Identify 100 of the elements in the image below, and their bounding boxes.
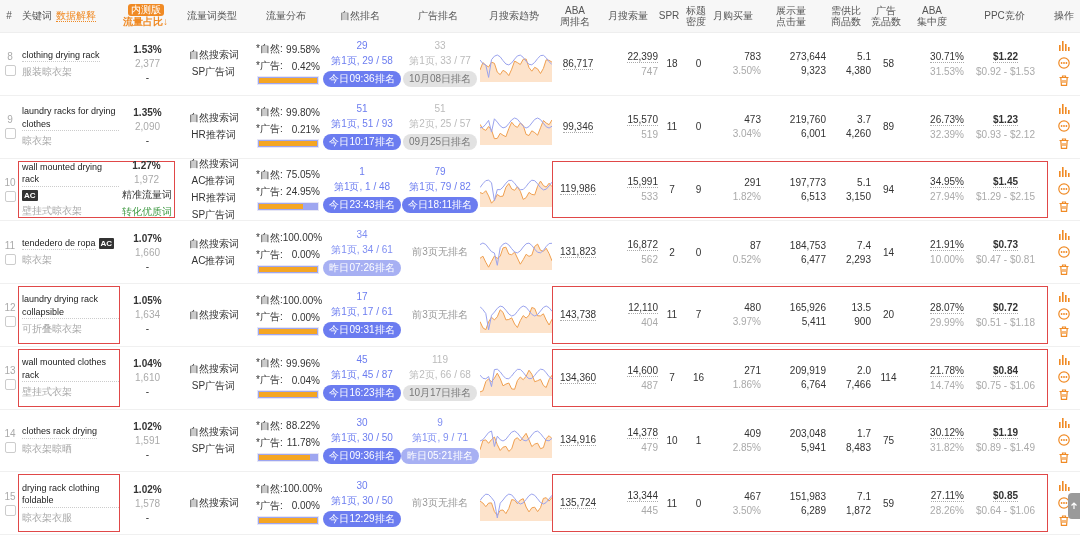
delete-icon[interactable] <box>1059 514 1069 526</box>
bar-chart-icon[interactable] <box>1058 417 1070 428</box>
keyword-text[interactable]: drying rack clothing foldable <box>22 481 119 508</box>
keyword-text[interactable]: wall mounted drying rack <box>22 160 119 187</box>
traffic-share: 1.02% <box>133 483 162 495</box>
spr-value: 18 <box>666 58 678 70</box>
ad-label: *广告: <box>256 373 283 388</box>
keyword-text[interactable]: laundry drying rack collapsible <box>22 293 119 320</box>
bar-chart-icon[interactable] <box>1058 355 1070 366</box>
row-number: 9 <box>7 114 13 126</box>
back-to-top-button[interactable] <box>1068 493 1080 519</box>
bar-chart-icon[interactable] <box>1058 480 1070 491</box>
bar-chart-icon[interactable] <box>1058 229 1070 240</box>
row-checkbox[interactable] <box>4 379 16 391</box>
purchase-rate: 1.82% <box>732 190 761 202</box>
spr-value: 10 <box>666 434 678 446</box>
spr-value: 11 <box>666 497 678 509</box>
ad-competitors: 114 <box>880 372 897 384</box>
rank-time-badge: 10月08日排名 <box>402 71 478 88</box>
aba-rank: 134,360 <box>559 371 597 384</box>
natural-label: *自然: <box>256 105 283 120</box>
natural-share: 100.00% <box>282 294 323 306</box>
delete-icon[interactable] <box>1059 200 1069 212</box>
row-checkbox[interactable] <box>4 441 16 453</box>
delete-icon[interactable] <box>1059 263 1069 275</box>
aba-rank: 131,823 <box>559 246 597 259</box>
natural-share: 75.05% <box>286 169 320 181</box>
keyword-text[interactable]: wall mounted clothes rack <box>22 356 119 383</box>
spr-value: 7 <box>669 372 675 384</box>
product-count: 3,150 <box>845 190 871 202</box>
traffic-share: 1.35% <box>133 107 162 119</box>
rank-time-badge: 昨日07:26排名 <box>323 259 401 276</box>
product-count: 900 <box>854 316 871 328</box>
row-number: 14 <box>4 427 16 439</box>
more-icon[interactable] <box>1058 308 1070 321</box>
rank-position: 第1页, 45 / 87 <box>331 368 393 383</box>
purchase-rate: 2.85% <box>732 441 761 453</box>
delete-icon[interactable] <box>1059 389 1069 401</box>
row-checkbox[interactable] <box>4 190 16 202</box>
monthly-purchases: 409 <box>744 427 761 439</box>
more-icon[interactable] <box>1058 182 1070 195</box>
row-checkbox[interactable] <box>4 65 16 77</box>
more-icon[interactable] <box>1058 245 1070 258</box>
traffic-count: 2,090 <box>135 121 160 133</box>
natural-label: *自然: <box>256 230 283 245</box>
ad-label: *广告: <box>256 59 283 74</box>
aba-rank: 135,724 <box>559 497 597 510</box>
ad-share: 0.00% <box>291 311 320 323</box>
keyword-text[interactable]: laundry racks for drying clothes <box>22 105 119 132</box>
ac-badge: AC <box>98 238 115 250</box>
keyword-text[interactable]: tendedero de ropa <box>22 236 96 251</box>
clicks: 6,764 <box>800 379 826 391</box>
rank-time-badge: 今日18:11排名 <box>401 196 479 213</box>
ppc-bid: $1.23 <box>993 113 1018 126</box>
ad-label: *广告: <box>256 247 283 262</box>
aba-rank: 119,986 <box>560 183 596 196</box>
delete-icon[interactable] <box>1059 75 1069 87</box>
bar-chart-icon[interactable] <box>1058 104 1070 115</box>
delete-icon[interactable] <box>1059 326 1069 338</box>
column-header: SPR <box>658 10 680 22</box>
title-density: 7 <box>695 309 702 321</box>
ad-label: *广告: <box>256 122 283 137</box>
ppc-range: $1.29 - $2.15 <box>976 191 1035 203</box>
clicks: 6,001 <box>800 128 826 140</box>
rank-number: 30 <box>356 479 368 491</box>
supply-demand-ratio: 5.1 <box>857 51 871 63</box>
row-checkbox[interactable] <box>4 504 16 516</box>
keyword-text[interactable]: clothes rack drying <box>22 425 98 439</box>
keyword-tag: - <box>145 260 150 272</box>
ppc-bid: $0.72 <box>993 301 1018 314</box>
more-icon[interactable] <box>1058 120 1070 133</box>
rank-time-badge: 今日10:17排名 <box>323 134 401 151</box>
more-icon[interactable] <box>1058 57 1070 70</box>
natural-share: 88.22% <box>286 420 320 432</box>
rank-position: 第1页, 30 / 50 <box>331 493 393 508</box>
bar-chart-icon[interactable] <box>1058 41 1070 52</box>
traffic-count: 1,591 <box>135 434 160 446</box>
ppc-range: $0.93 - $2.12 <box>976 128 1035 140</box>
traffic-share: 1.07% <box>133 232 162 244</box>
purchase-rate: 1.86% <box>732 379 761 391</box>
ad-share: 11.78% <box>286 437 320 449</box>
ppc-bid: $1.22 <box>993 50 1018 63</box>
delete-icon[interactable] <box>1059 451 1069 463</box>
rank-text: 前3页无排名 <box>412 245 468 260</box>
delete-icon[interactable] <box>1059 138 1069 150</box>
keyword-text[interactable]: clothing drying rack <box>22 48 100 63</box>
bar-chart-icon[interactable] <box>1058 292 1070 303</box>
more-icon[interactable] <box>1058 433 1070 446</box>
natural-share: 100.00% <box>282 483 323 495</box>
purchase-rate: 3.50% <box>732 504 761 516</box>
keyword-tag: - <box>145 323 150 335</box>
monthly-searches-sub: 747 <box>641 65 658 77</box>
row-checkbox[interactable] <box>4 128 16 140</box>
bar-chart-icon[interactable] <box>1058 166 1070 177</box>
more-icon[interactable] <box>1058 371 1070 384</box>
row-checkbox[interactable] <box>4 316 16 328</box>
column-header: 点击量 <box>775 16 806 28</box>
traffic-count: 1,610 <box>135 372 160 384</box>
row-checkbox[interactable] <box>4 253 16 265</box>
title-density: 0 <box>695 497 702 509</box>
